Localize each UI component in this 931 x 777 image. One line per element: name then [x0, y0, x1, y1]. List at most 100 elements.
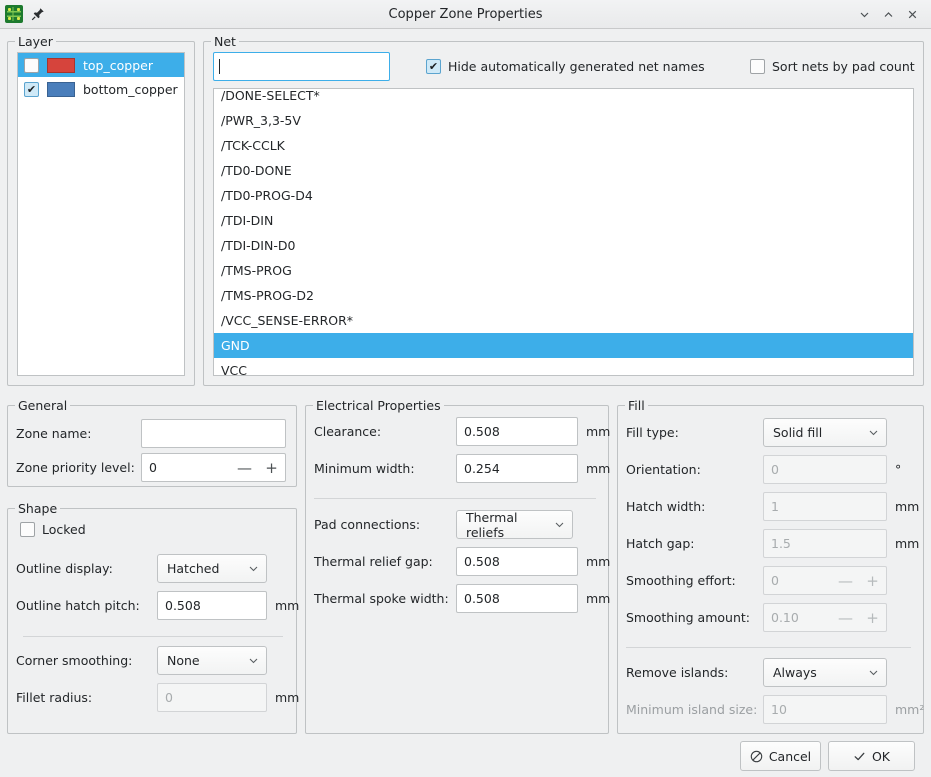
hatch-width-row: Hatch width: 1 mm	[626, 492, 919, 521]
outline-hatch-pitch-row: Outline hatch pitch: 0.508 mm	[16, 591, 299, 620]
outline-hatch-pitch-label: Outline hatch pitch:	[16, 598, 157, 613]
kicad-pcb-icon	[5, 5, 23, 23]
minimum-width-label: Minimum width:	[314, 461, 456, 476]
orientation-unit: °	[895, 462, 901, 477]
layer-group-legend: Layer	[15, 34, 56, 49]
net-list-item[interactable]: /PWR_3,3-5V	[214, 108, 913, 133]
locked-label: Locked	[42, 522, 86, 537]
thermal-relief-gap-unit: mm	[586, 554, 610, 569]
minimize-button[interactable]	[853, 3, 875, 25]
window-title: Copper Zone Properties	[0, 7, 931, 22]
pad-connections-label: Pad connections:	[314, 517, 456, 532]
net-list-item[interactable]: /TMS-PROG	[214, 258, 913, 283]
layer-color-swatch-top-copper	[47, 58, 75, 73]
sort-nets-by-pad-count-checkbox[interactable]	[750, 59, 765, 74]
chevron-down-icon	[554, 519, 565, 530]
layer-list-item-top-copper[interactable]: top_copper	[18, 53, 184, 77]
fill-type-select[interactable]: Solid fill	[763, 418, 887, 447]
fill-group-legend: Fill	[625, 398, 648, 413]
shape-group-legend: Shape	[15, 501, 60, 516]
hide-auto-nets-checkbox[interactable]	[426, 59, 441, 74]
smoothing-amount-row: Smoothing amount: 0.10 — +	[626, 603, 887, 632]
maximize-button[interactable]	[877, 3, 899, 25]
net-list-scroller: /DONE-SELECT* /PWR_3,3-5V /TCK-CCLK /TD0…	[214, 88, 913, 376]
sort-nets-by-pad-count-checkbox-row[interactable]: Sort nets by pad count	[750, 59, 915, 74]
pin-icon[interactable]	[29, 5, 47, 23]
layer-checkbox-top-copper[interactable]	[24, 58, 39, 73]
minimum-width-unit: mm	[586, 461, 610, 476]
close-button[interactable]	[901, 3, 923, 25]
chevron-down-icon	[868, 667, 879, 678]
clearance-label: Clearance:	[314, 424, 456, 439]
outline-display-select[interactable]: Hatched	[157, 554, 267, 583]
hide-auto-nets-checkbox-row[interactable]: Hide automatically generated net names	[426, 59, 705, 74]
ok-button[interactable]: OK	[828, 741, 915, 771]
net-list-item[interactable]: VCC	[214, 358, 913, 376]
minimum-width-input[interactable]: 0.254	[456, 454, 578, 483]
smoothing-effort-row: Smoothing effort: 0 — +	[626, 566, 887, 595]
zone-name-input[interactable]	[141, 419, 286, 448]
outline-hatch-pitch-input[interactable]: 0.508	[157, 591, 267, 620]
locked-checkbox-row[interactable]: Locked	[20, 522, 86, 537]
hide-auto-nets-label: Hide automatically generated net names	[448, 59, 705, 74]
remove-islands-select[interactable]: Always	[763, 658, 887, 687]
zone-name-row: Zone name:	[16, 419, 286, 448]
thermal-relief-gap-input[interactable]: 0.508	[456, 547, 578, 576]
layer-list-item-bottom-copper[interactable]: bottom_copper	[18, 77, 184, 101]
smoothing-effort-label: Smoothing effort:	[626, 573, 763, 588]
locked-checkbox[interactable]	[20, 522, 35, 537]
net-list-item[interactable]: /TD0-PROG-D4	[214, 183, 913, 208]
fillet-radius-row: Fillet radius: 0 mm	[16, 683, 299, 712]
hatch-width-input: 1	[763, 492, 887, 521]
net-list[interactable]: /DONE-SELECT* /PWR_3,3-5V /TCK-CCLK /TD0…	[213, 88, 914, 376]
hatch-gap-input: 1.5	[763, 529, 887, 558]
orientation-input: 0	[763, 455, 887, 484]
minimum-width-row: Minimum width: 0.254 mm	[314, 454, 610, 483]
minimum-island-size-input: 10	[763, 695, 887, 724]
pad-connections-select[interactable]: Thermal reliefs	[456, 510, 573, 539]
net-list-item[interactable]: /TCK-CCLK	[214, 133, 913, 158]
layer-list[interactable]: top_copper bottom_copper	[17, 52, 185, 376]
net-list-item[interactable]: /TDI-DIN	[214, 208, 913, 233]
layer-color-swatch-bottom-copper	[47, 82, 75, 97]
clearance-row: Clearance: 0.508 mm	[314, 417, 610, 446]
layer-group: Layer top_copper bottom_copper	[7, 41, 195, 386]
net-list-item[interactable]: /TMS-PROG-D2	[214, 283, 913, 308]
zone-priority-label: Zone priority level:	[16, 460, 141, 475]
remove-islands-label: Remove islands:	[626, 665, 763, 680]
zone-priority-decrement-button[interactable]: —	[231, 454, 258, 481]
shape-group: Shape Locked Outline display: Hatched Ou…	[7, 508, 297, 734]
fill-separator	[626, 647, 911, 648]
net-search-input[interactable]	[213, 52, 390, 81]
sort-nets-by-pad-count-label: Sort nets by pad count	[772, 59, 915, 74]
clearance-unit: mm	[586, 424, 610, 439]
outline-display-row: Outline display: Hatched	[16, 554, 267, 583]
fill-type-row: Fill type: Solid fill	[626, 418, 887, 447]
zone-priority-stepper[interactable]: 0 — +	[141, 453, 286, 482]
cancel-button[interactable]: Cancel	[740, 741, 821, 771]
hatch-gap-label: Hatch gap:	[626, 536, 763, 551]
chevron-down-icon	[248, 655, 259, 666]
corner-smoothing-select[interactable]: None	[157, 646, 267, 675]
general-group: General Zone name: Zone priority level: …	[7, 405, 297, 487]
net-list-item-selected[interactable]: GND	[214, 333, 913, 358]
electrical-group-legend: Electrical Properties	[313, 398, 444, 413]
corner-smoothing-value: None	[167, 653, 200, 668]
zone-priority-increment-button[interactable]: +	[258, 454, 285, 481]
clearance-input[interactable]: 0.508	[456, 417, 578, 446]
outline-display-label: Outline display:	[16, 561, 157, 576]
title-bar: Copper Zone Properties	[0, 0, 931, 29]
layer-checkbox-bottom-copper[interactable]	[24, 82, 39, 97]
net-list-item[interactable]: /DONE-SELECT*	[214, 88, 913, 108]
net-list-item[interactable]: /TDI-DIN-D0	[214, 233, 913, 258]
thermal-spoke-width-input[interactable]: 0.508	[456, 584, 578, 613]
thermal-relief-gap-label: Thermal relief gap:	[314, 554, 456, 569]
net-list-item[interactable]: /VCC_SENSE-ERROR*	[214, 308, 913, 333]
net-list-item[interactable]: /TD0-DONE	[214, 158, 913, 183]
hatch-gap-unit: mm	[895, 536, 919, 551]
corner-smoothing-label: Corner smoothing:	[16, 653, 157, 668]
cancel-icon	[750, 750, 763, 763]
smoothing-amount-value: 0.10	[771, 610, 832, 625]
hatch-width-label: Hatch width:	[626, 499, 763, 514]
text-caret	[219, 59, 220, 74]
